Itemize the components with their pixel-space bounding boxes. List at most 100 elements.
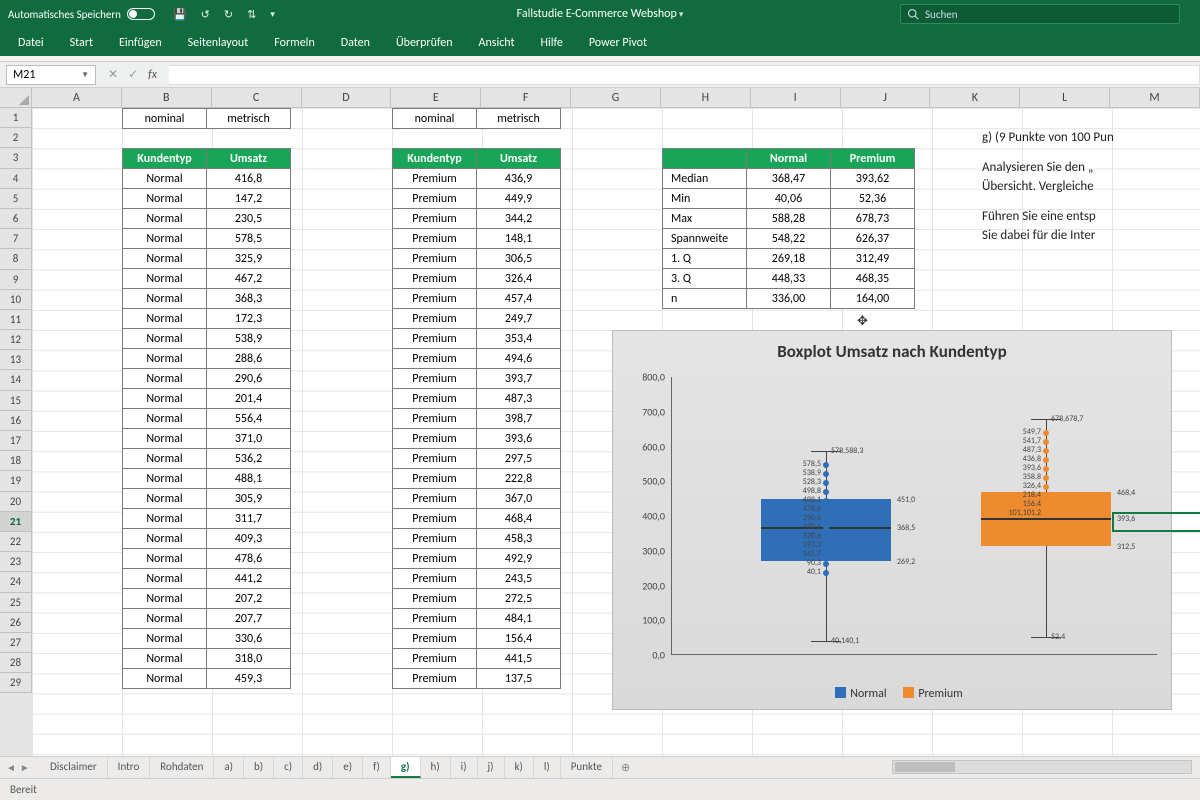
cell[interactable]: Normal [123, 309, 207, 329]
row-header[interactable]: 20 [0, 492, 32, 512]
qat-dropdown-icon[interactable]: ▾ [270, 9, 275, 20]
sheet-tab[interactable]: e) [333, 757, 363, 778]
cell[interactable]: Normal [123, 169, 207, 189]
col-header-e[interactable]: E [391, 88, 481, 107]
cell[interactable]: Normal [123, 409, 207, 429]
worksheet-grid[interactable]: A B C D E F G H I J K L M 12345678910111… [0, 88, 1200, 756]
ribbon-tab-formeln[interactable]: Formeln [262, 31, 326, 56]
cell[interactable]: metrisch [477, 109, 561, 129]
row-header[interactable]: 5 [0, 189, 32, 209]
cell[interactable]: 201,4 [207, 389, 291, 409]
cell[interactable]: 222,8 [477, 469, 561, 489]
cell[interactable]: nominal [123, 109, 207, 129]
row-header[interactable]: 19 [0, 471, 32, 491]
cell[interactable]: Premium [393, 189, 477, 209]
cell[interactable]: 367,0 [477, 489, 561, 509]
cell[interactable]: nominal [393, 109, 477, 129]
cell[interactable]: Normal [123, 209, 207, 229]
cell[interactable]: 207,2 [207, 589, 291, 609]
cell[interactable]: Max [663, 209, 747, 229]
cell[interactable]: 137,5 [477, 669, 561, 689]
sheet-tab[interactable]: k) [505, 757, 534, 778]
sheet-nav[interactable]: ◄► [6, 761, 30, 774]
row-header[interactable]: 18 [0, 451, 32, 471]
cell[interactable]: Premium [393, 349, 477, 369]
undo-icon[interactable]: ↺ [201, 8, 210, 21]
cell[interactable]: 416,8 [207, 169, 291, 189]
cell[interactable]: 147,2 [207, 189, 291, 209]
sheet-tab[interactable]: f) [363, 757, 391, 778]
cell[interactable]: Premium [393, 409, 477, 429]
row-header[interactable]: 27 [0, 633, 32, 653]
cell[interactable]: 588,28 [747, 209, 831, 229]
row-header[interactable]: 2 [0, 128, 32, 148]
cell[interactable]: Normal [123, 589, 207, 609]
cell[interactable]: Median [663, 169, 747, 189]
cell[interactable]: 436,9 [477, 169, 561, 189]
formula-input[interactable] [169, 65, 1200, 85]
cell[interactable]: 148,1 [477, 229, 561, 249]
cell[interactable]: 548,22 [747, 229, 831, 249]
cell[interactable]: 538,9 [207, 329, 291, 349]
cell[interactable]: Normal [123, 449, 207, 469]
cell[interactable]: Premium [393, 329, 477, 349]
cell[interactable]: Normal [123, 669, 207, 689]
cell[interactable]: Premium [393, 289, 477, 309]
cell[interactable]: 484,1 [477, 609, 561, 629]
touch-mode-icon[interactable]: ⇅ [247, 8, 256, 21]
cell[interactable]: Normal [123, 509, 207, 529]
cell[interactable]: 243,5 [477, 569, 561, 589]
boxplot-chart[interactable]: Boxplot Umsatz nach Kundentyp 0,0100,020… [612, 330, 1172, 710]
cell[interactable]: 3. Q [663, 269, 747, 289]
cell[interactable]: 467,2 [207, 269, 291, 289]
cell[interactable]: 368,47 [747, 169, 831, 189]
col-header-m[interactable]: M [1110, 88, 1200, 107]
row-header[interactable]: 8 [0, 249, 32, 269]
cell[interactable]: 441,5 [477, 649, 561, 669]
cell[interactable]: Normal [123, 329, 207, 349]
cell[interactable]: Premium [393, 209, 477, 229]
cell[interactable]: Normal [123, 649, 207, 669]
cell[interactable]: Premium [393, 589, 477, 609]
cell[interactable]: 52,36 [831, 189, 915, 209]
cell[interactable]: Normal [123, 369, 207, 389]
row-header[interactable]: 17 [0, 431, 32, 451]
cell[interactable]: Premium [393, 549, 477, 569]
toggle-switch-icon[interactable] [127, 8, 155, 20]
cell[interactable]: 492,9 [477, 549, 561, 569]
row-header[interactable]: 22 [0, 532, 32, 552]
cell[interactable]: 269,18 [747, 249, 831, 269]
select-all-corner[interactable] [0, 88, 32, 108]
sheet-nav-prev-icon[interactable]: ◄ [6, 761, 16, 774]
cell[interactable]: 172,3 [207, 309, 291, 329]
name-box-dropdown-icon[interactable]: ▼ [81, 70, 89, 80]
th[interactable] [663, 149, 747, 169]
cell[interactable]: 478,6 [207, 549, 291, 569]
cell[interactable]: Premium [393, 649, 477, 669]
th[interactable]: Normal [747, 149, 831, 169]
cell[interactable]: 626,37 [831, 229, 915, 249]
sheet-tab[interactable]: i) [451, 757, 478, 778]
cell[interactable]: 578,5 [207, 229, 291, 249]
cell[interactable]: 288,6 [207, 349, 291, 369]
document-title[interactable]: Fallstudie E-Commerce Webshop [517, 7, 684, 21]
ribbon-tab-einfuegen[interactable]: Einfügen [107, 31, 174, 56]
col-header-d[interactable]: D [302, 88, 392, 107]
row-header[interactable]: 6 [0, 209, 32, 229]
cell[interactable]: 336,00 [747, 289, 831, 309]
row-header[interactable]: 26 [0, 613, 32, 633]
cell[interactable]: 468,4 [477, 509, 561, 529]
row-header[interactable]: 7 [0, 229, 32, 249]
row-header[interactable]: 15 [0, 391, 32, 411]
cell[interactable]: n [663, 289, 747, 309]
cell[interactable]: 312,49 [831, 249, 915, 269]
add-sheet-button[interactable]: ⊕ [613, 758, 638, 777]
cell[interactable]: 156,4 [477, 629, 561, 649]
cell[interactable]: Premium [393, 449, 477, 469]
row-header[interactable]: 10 [0, 290, 32, 310]
ribbon-tab-ueberpruefen[interactable]: Überprüfen [384, 31, 465, 56]
sheet-tab[interactable]: Disclaimer [40, 757, 108, 778]
cell[interactable]: 311,7 [207, 509, 291, 529]
sheet-tab[interactable]: Punkte [561, 757, 613, 778]
sheet-tab[interactable]: Rohdaten [150, 757, 214, 778]
